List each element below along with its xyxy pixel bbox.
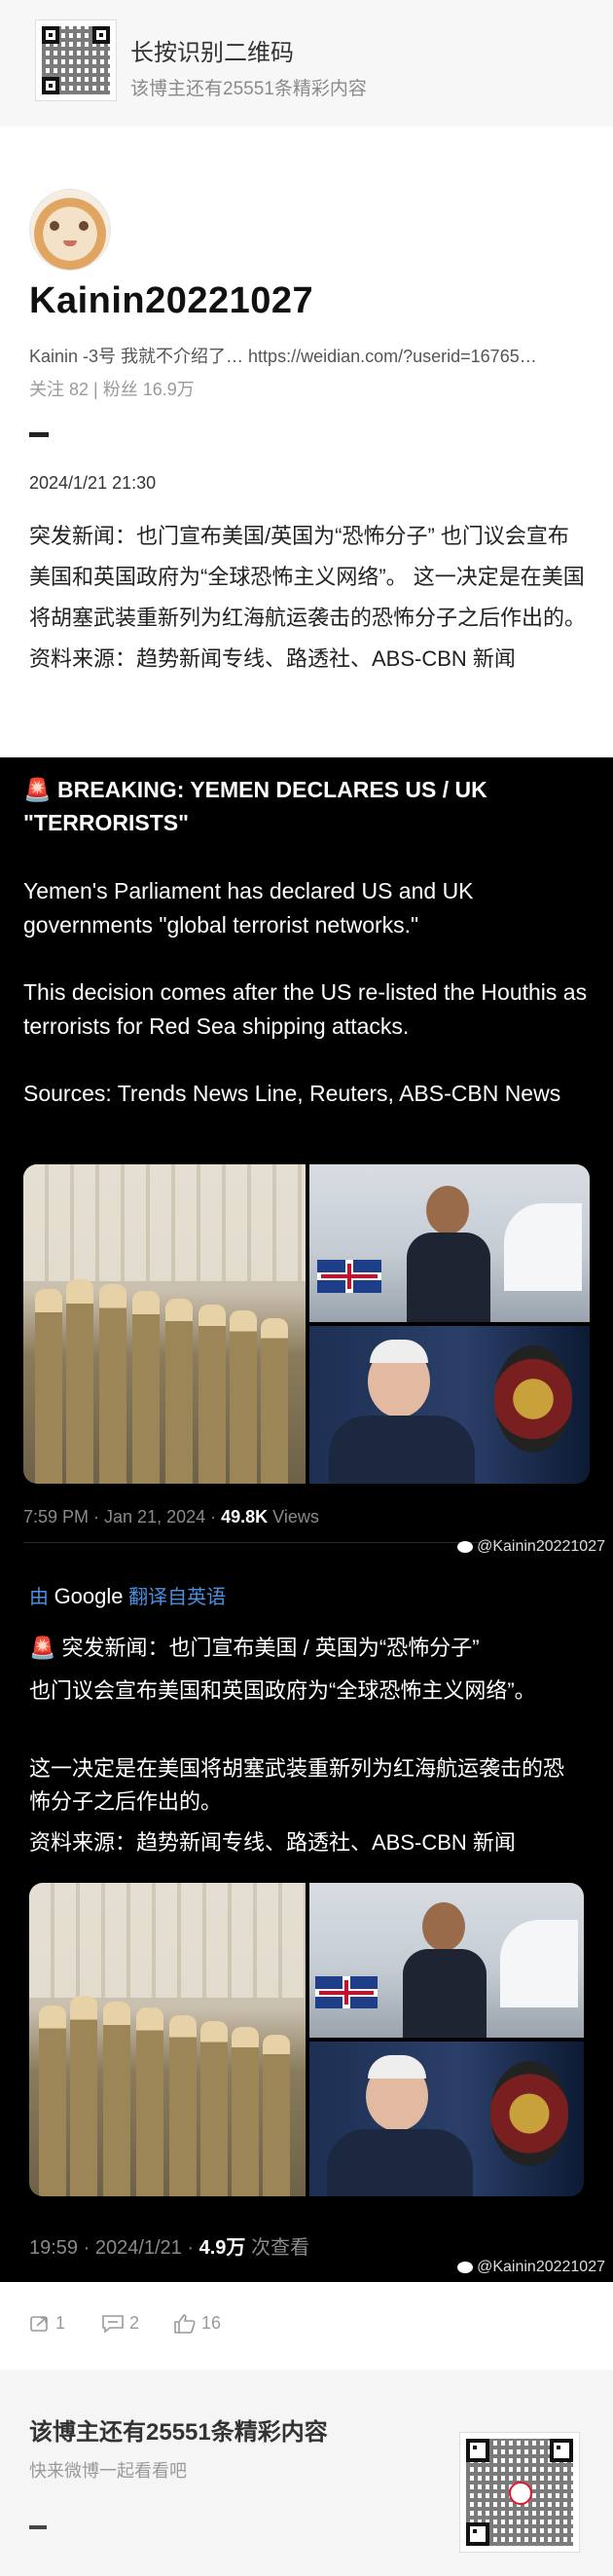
tweet-para-3: Sources: Trends News Line, Reuters, ABS-…: [23, 1081, 561, 1106]
comment-count: 2: [129, 2313, 140, 2333]
tweet-image-grid[interactable]: [23, 1164, 590, 1484]
tweet-card-en[interactable]: 🚨 BREAKING: YEMEN DECLARES US / UK "TERR…: [0, 757, 613, 1562]
banner-title: 长按识别二维码: [130, 40, 294, 66]
weibo-logo-icon: [457, 2261, 474, 2273]
profile-bio: Kainin -3号 我就不介绍了… https://weidian.com/?…: [29, 347, 537, 366]
weibo-watermark-text: @Kainin20221027: [477, 2259, 605, 2275]
footer-title: 该博主还有25551条精彩内容: [29, 2419, 328, 2446]
tweet-cn-views-count: 4.9万: [198, 2237, 246, 2259]
repost-button[interactable]: 1: [29, 2313, 65, 2334]
tweet-cn-views-label: 次查看: [245, 2237, 309, 2259]
tweet-views-label: Views: [268, 1507, 319, 1527]
weibo-watermark: @Kainin20221027: [457, 2259, 605, 2276]
tweet-headline: 🚨 BREAKING: YEMEN DECLARES US / UK "TERR…: [23, 773, 588, 839]
tweet-cn-image-grid[interactable]: [29, 1883, 584, 2196]
soldiers-photo[interactable]: [29, 1883, 306, 2196]
weibo-watermark: @Kainin20221027: [457, 1538, 605, 1556]
tweet-time: 7:59 PM · Jan 21, 2024 ·: [23, 1507, 222, 1527]
repost-count: 1: [55, 2313, 66, 2333]
tweet-para-2: This decision comes after the US re-list…: [23, 979, 588, 1039]
banner-subtitle: 该博主还有25551条精彩内容: [130, 79, 367, 99]
tweet-meta: 7:59 PM · Jan 21, 2024 · 49.8K Views: [23, 1507, 319, 1527]
like-count: 16: [201, 2313, 222, 2333]
weibo-watermark-text: @Kainin20221027: [477, 1538, 605, 1555]
comment-icon: [102, 2315, 124, 2334]
profile-name[interactable]: Kainin20221027: [29, 280, 313, 322]
us-president-photo[interactable]: [309, 1326, 590, 1484]
us-president-photo[interactable]: [309, 2042, 584, 2196]
profile-stats: 关注 82 | 粉丝 16.9万: [29, 380, 195, 399]
soldiers-photo[interactable]: [23, 1164, 306, 1484]
comment-button[interactable]: 2: [101, 2313, 139, 2334]
footer-banner: 该博主还有25551条精彩内容 快来微博一起看看吧: [0, 2370, 613, 2576]
tweet-cn-meta: 19:59 · 2024/1/21 · 4.9万 次查看: [29, 2231, 309, 2260]
repost-icon: [30, 2316, 48, 2333]
action-bar: 1 2 16: [0, 2305, 613, 2352]
tweet-cn-line3: 这一决定是在美国将胡塞武装重新列为红海航运袭击的恐怖分子之后作出的。: [29, 1756, 565, 1814]
avatar[interactable]: [29, 189, 111, 271]
qr-code-icon[interactable]: [35, 19, 117, 101]
tweet-cn-line1: 🚨 突发新闻：也门宣布美国 / 英国为“恐怖分子”: [29, 1632, 584, 1665]
tweet-cn-line1-text: 突发新闻：也门宣布美国 / 英国为“恐怖分子”: [61, 1636, 480, 1660]
post-text: 突发新闻：也门宣布美国/英国为“恐怖分子” 也门议会宣布美国和英国政府为“全球恐…: [29, 524, 587, 671]
tweet-cn-time: 19:59 · 2024/1/21 ·: [29, 2237, 199, 2259]
translate-bar[interactable]: 由 Google 翻译自英语: [29, 1581, 226, 1609]
thumbs-up-icon: [174, 2314, 196, 2335]
footer-qr-code-icon[interactable]: [459, 2432, 580, 2553]
tweet-para-1: Yemen's Parliament has declared US and U…: [23, 878, 474, 938]
google-logo: Google: [54, 1584, 124, 1608]
translate-by: 由: [29, 1587, 49, 1608]
tweet-headline-text: BREAKING: YEMEN DECLARES US / UK "TERROR…: [23, 777, 487, 835]
divider-mark: [29, 432, 49, 437]
alarm-icon: 🚨: [29, 1636, 56, 1660]
post-timestamp: 2024/1/21 21:30: [29, 473, 157, 493]
uk-pm-photo[interactable]: [309, 1883, 584, 2038]
top-banner: 长按识别二维码 该博主还有25551条精彩内容: [0, 0, 613, 127]
alarm-icon: 🚨: [23, 777, 52, 802]
translate-label: 翻译自英语: [128, 1587, 227, 1608]
weibo-logo-icon: [509, 2482, 532, 2505]
uk-pm-photo[interactable]: [309, 1164, 590, 1322]
weibo-logo-icon: [457, 1540, 474, 1553]
tweet-card-cn[interactable]: 由 Google 翻译自英语 🚨 突发新闻：也门宣布美国 / 英国为“恐怖分子”…: [0, 1562, 613, 2282]
tweet-cn-line4: 资料来源：趋势新闻专线、路透社、ABS-CBN 新闻: [29, 1830, 516, 1855]
footer-mark: [29, 2525, 47, 2529]
tweet-cn-line2: 也门议会宣布美国和英国政府为“全球恐怖主义网络”。: [29, 1678, 536, 1703]
footer-subtitle: 快来微博一起看看吧: [29, 2461, 187, 2481]
like-button[interactable]: 16: [173, 2313, 221, 2335]
tweet-views-count: 49.8K: [221, 1507, 269, 1527]
